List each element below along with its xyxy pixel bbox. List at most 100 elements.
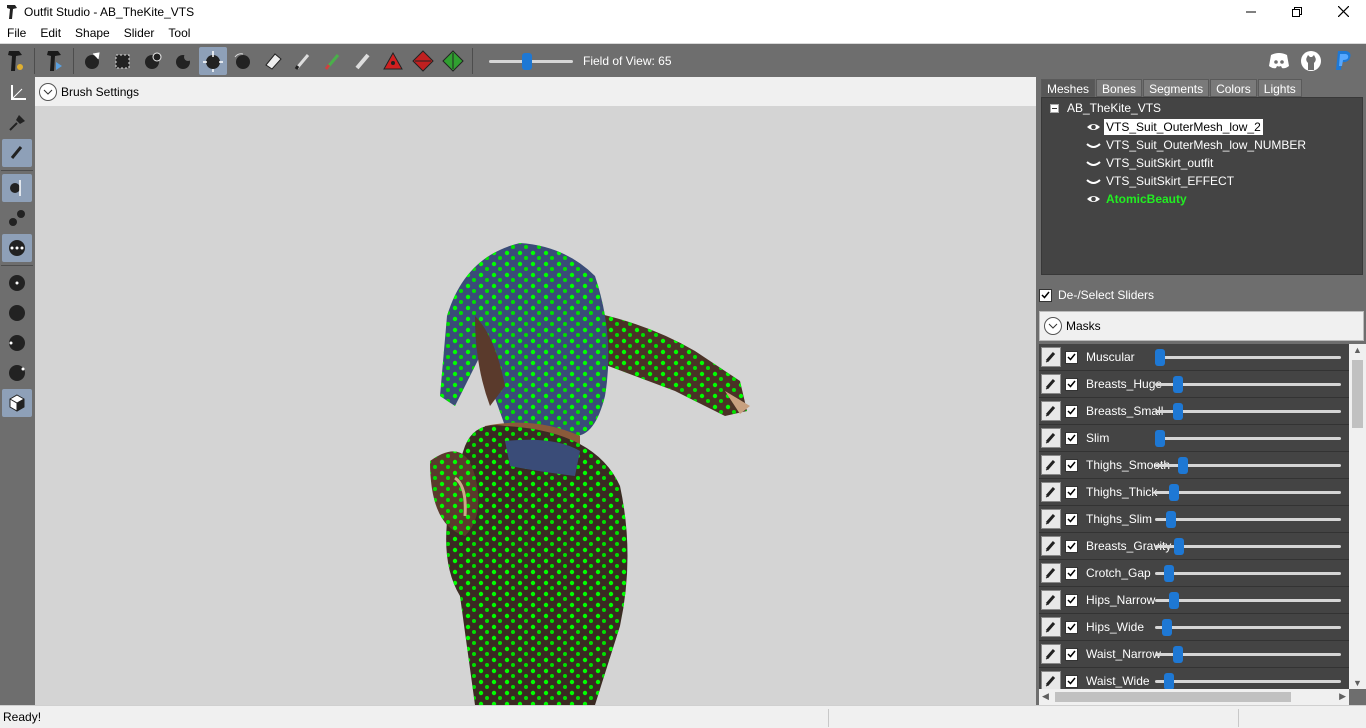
slider-checkbox[interactable] [1065,539,1078,553]
slider-thumb[interactable] [1162,619,1172,636]
slider-track[interactable] [1155,646,1341,663]
fov-slider-thumb[interactable] [522,52,532,70]
collapse-icon[interactable] [1050,103,1059,113]
menu-file[interactable]: File [0,26,33,40]
pin-tool-button[interactable] [2,109,32,137]
horizontal-scrollbar[interactable]: ◀ ▶ [1039,689,1349,705]
anchor-diamond-button[interactable] [409,47,437,75]
eye-closed-icon[interactable] [1086,140,1101,150]
select-tool-button[interactable] [79,47,107,75]
slider-track[interactable] [1155,673,1341,689]
deflate-tool-button[interactable] [169,47,197,75]
slider-thumb[interactable] [1169,592,1179,609]
menu-shape[interactable]: Shape [68,26,117,40]
segments-view-button[interactable] [2,204,32,232]
slider-thumb[interactable] [1155,349,1165,366]
deselect-sliders-checkbox[interactable] [1039,288,1052,302]
slider-thumb[interactable] [1166,511,1176,528]
mesh-tree-item[interactable]: VTS_Suit_OuterMesh_low_NUMBER [1086,136,1308,153]
menu-slider[interactable]: Slider [117,26,162,40]
slider-edit-button[interactable] [1041,428,1061,448]
brush-settings-toggle[interactable] [39,82,57,101]
mesh-tree-item[interactable]: AtomicBeauty [1086,190,1189,207]
tab-lights[interactable]: Lights [1257,79,1302,97]
slider-track[interactable] [1155,565,1341,582]
slider-checkbox[interactable] [1065,620,1078,634]
slider-edit-button[interactable] [1041,590,1061,610]
menu-tool[interactable]: Tool [161,26,197,40]
scroll-down-icon[interactable]: ▼ [1353,678,1362,688]
slider-edit-button[interactable] [1041,401,1061,421]
vertex-view-button[interactable] [2,174,32,202]
slider-thumb[interactable] [1173,646,1183,663]
slider-thumb[interactable] [1169,484,1179,501]
slider-track[interactable] [1155,376,1341,393]
slider-checkbox[interactable] [1065,431,1078,445]
slider-track[interactable] [1155,403,1341,420]
slider-edit-button[interactable] [1041,455,1061,475]
scroll-up-icon[interactable]: ▲ [1353,345,1362,355]
eraser-tool-button[interactable] [289,47,317,75]
brush-size-small-button[interactable] [2,269,32,297]
eye-closed-icon[interactable] [1086,176,1101,186]
move-tool-button[interactable] [199,46,227,75]
slider-thumb[interactable] [1178,457,1188,474]
alpha-pen-button[interactable] [349,47,377,75]
eye-open-icon[interactable] [1086,194,1101,204]
tab-meshes[interactable]: Meshes [1041,79,1096,97]
minimize-button[interactable] [1228,0,1274,23]
anchor-green-button[interactable] [439,47,467,75]
masks-toggle[interactable] [1044,317,1062,335]
slider-track[interactable] [1155,511,1341,528]
anchor-red-button[interactable] [379,47,407,75]
slider-checkbox[interactable] [1065,377,1078,391]
cube-view-button[interactable] [2,389,32,417]
mask-tool-button[interactable] [109,47,137,75]
restore-button[interactable] [1274,0,1320,23]
logo-button[interactable] [1,47,29,75]
slider-checkbox[interactable] [1065,512,1078,526]
slider-thumb[interactable] [1164,673,1174,689]
slider-track[interactable] [1155,484,1341,501]
slider-thumb[interactable] [1173,403,1183,420]
slider-track[interactable] [1155,430,1341,447]
fov-slider[interactable] [489,51,573,71]
slider-edit-button[interactable] [1041,509,1061,529]
slider-checkbox[interactable] [1065,593,1078,607]
slider-edit-button[interactable] [1041,563,1061,583]
slider-track[interactable] [1155,457,1341,474]
slider-track[interactable] [1155,619,1341,636]
vertical-scroll-thumb[interactable] [1352,360,1363,428]
slider-edit-button[interactable] [1041,347,1061,367]
slider-edit-button[interactable] [1041,617,1061,637]
tab-segments[interactable]: Segments [1143,79,1210,97]
slider-thumb[interactable] [1174,538,1184,555]
3d-viewport[interactable] [35,106,1036,705]
inflate-tool-button[interactable] [139,47,167,75]
github-button[interactable] [1297,47,1325,75]
scroll-right-icon[interactable]: ▶ [1339,691,1346,702]
slider-edit-button[interactable] [1041,536,1061,556]
tree-root[interactable]: AB_TheKite_VTS [1050,101,1161,115]
mesh-tree-item[interactable]: VTS_Suit_OuterMesh_low_2 [1086,118,1263,135]
slider-checkbox[interactable] [1065,458,1078,472]
mesh-tree-item[interactable]: VTS_SuitSkirt_outfit [1086,154,1215,171]
dots-view-button[interactable] [2,234,32,262]
slider-track[interactable] [1155,538,1341,555]
horizontal-scroll-thumb[interactable] [1055,692,1291,702]
undiff-tool-button[interactable] [259,47,287,75]
discord-button[interactable] [1265,47,1293,75]
slider-checkbox[interactable] [1065,647,1078,661]
color-pen-button[interactable] [319,47,347,75]
slider-thumb[interactable] [1173,376,1183,393]
slider-edit-button[interactable] [1041,482,1061,502]
slider-thumb[interactable] [1164,565,1174,582]
pen-tool-button[interactable] [2,139,32,167]
slider-checkbox[interactable] [1065,566,1078,580]
smooth-tool-button[interactable] [229,47,257,75]
slider-checkbox[interactable] [1065,485,1078,499]
eye-open-icon[interactable] [1086,122,1101,132]
slider-checkbox[interactable] [1065,674,1078,688]
slider-edit-button[interactable] [1041,374,1061,394]
brush-size-xlarge-button[interactable] [2,359,32,387]
